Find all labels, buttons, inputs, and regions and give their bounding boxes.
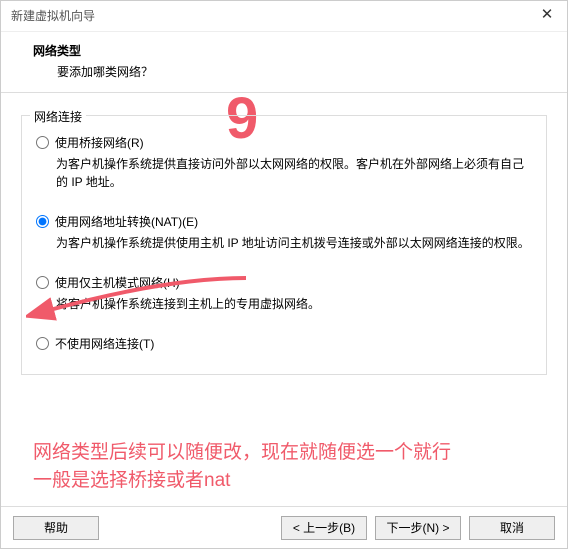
wizard-body: 9 网络连接 使用桥接网络(R) 为客户机操作系统提供直接访问外部以太网网络的权… — [1, 93, 567, 385]
help-button[interactable]: 帮助 — [13, 516, 99, 540]
fieldset-legend: 网络连接 — [30, 108, 86, 125]
option-nat: 使用网络地址转换(NAT)(E) 为客户机操作系统提供使用主机 IP 地址访问主… — [36, 213, 532, 252]
radio-nat[interactable] — [36, 215, 49, 228]
wizard-window: 新建虚拟机向导 ✕ 网络类型 要添加哪类网络？ 9 网络连接 使用桥接网络(R)… — [0, 0, 568, 549]
radio-hostonly[interactable] — [36, 276, 49, 289]
back-button[interactable]: < 上一步(B) — [281, 516, 367, 540]
titlebar: 新建虚拟机向导 ✕ — [1, 1, 567, 32]
annotation-line1: 网络类型后续可以随便改，现在就随便选一个就行 — [33, 439, 451, 467]
network-fieldset: 网络连接 使用桥接网络(R) 为客户机操作系统提供直接访问外部以太网网络的权限。… — [21, 115, 547, 375]
next-button[interactable]: 下一步(N) > — [375, 516, 461, 540]
option-hostonly-label: 使用仅主机模式网络(H) — [55, 274, 180, 291]
option-hostonly-desc: 将客户机操作系统连接到主机上的专用虚拟网络。 — [56, 295, 532, 313]
page-subtitle: 要添加哪类网络？ — [33, 63, 547, 80]
radio-none[interactable] — [36, 337, 49, 350]
page-title: 网络类型 — [33, 42, 547, 59]
cancel-button[interactable]: 取消 — [469, 516, 555, 540]
option-bridged: 使用桥接网络(R) 为客户机操作系统提供直接访问外部以太网网络的权限。客户机在外… — [36, 134, 532, 191]
option-none: 不使用网络连接(T) — [36, 335, 532, 352]
option-bridged-label: 使用桥接网络(R) — [55, 134, 144, 151]
option-bridged-desc: 为客户机操作系统提供直接访问外部以太网网络的权限。客户机在外部网络上必须有自己的… — [56, 155, 532, 191]
radio-bridged[interactable] — [36, 136, 49, 149]
annotation-text: 网络类型后续可以随便改，现在就随便选一个就行 一般是选择桥接或者nat — [33, 439, 451, 494]
button-bar: 帮助 < 上一步(B) 下一步(N) > 取消 — [1, 506, 567, 548]
option-nat-row[interactable]: 使用网络地址转换(NAT)(E) — [36, 213, 532, 230]
wizard-header: 网络类型 要添加哪类网络？ — [1, 32, 567, 93]
option-hostonly-row[interactable]: 使用仅主机模式网络(H) — [36, 274, 532, 291]
option-nat-desc: 为客户机操作系统提供使用主机 IP 地址访问主机拨号连接或外部以太网网络连接的权… — [56, 234, 532, 252]
option-none-row[interactable]: 不使用网络连接(T) — [36, 335, 532, 352]
close-icon[interactable]: ✕ — [527, 1, 567, 31]
option-bridged-row[interactable]: 使用桥接网络(R) — [36, 134, 532, 151]
window-title: 新建虚拟机向导 — [11, 9, 95, 23]
option-nat-label: 使用网络地址转换(NAT)(E) — [55, 213, 198, 230]
option-hostonly: 使用仅主机模式网络(H) 将客户机操作系统连接到主机上的专用虚拟网络。 — [36, 274, 532, 313]
annotation-line2: 一般是选择桥接或者nat — [33, 467, 451, 495]
option-none-label: 不使用网络连接(T) — [55, 335, 154, 352]
